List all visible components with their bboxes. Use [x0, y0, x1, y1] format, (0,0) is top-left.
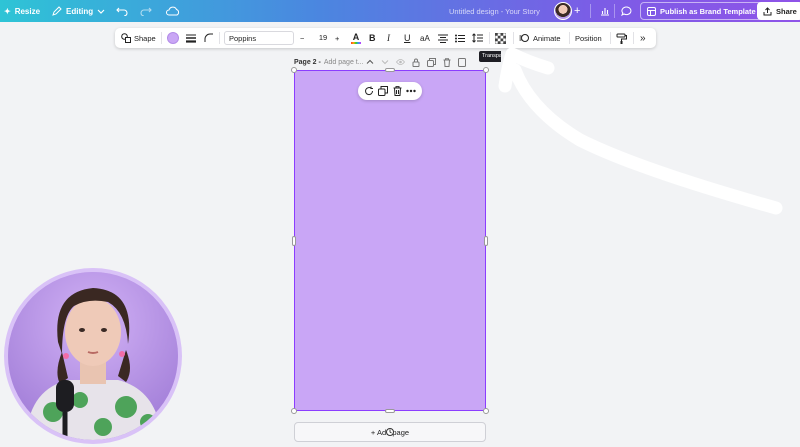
presenter-video: [8, 272, 178, 440]
share-icon: [763, 6, 772, 15]
divider: [633, 32, 634, 44]
page-label: Page 2 -: [294, 58, 321, 66]
animate-button[interactable]: Animate: [519, 28, 561, 48]
text-color-glyph: A: [352, 31, 360, 42]
editing-mode-button[interactable]: Editing: [52, 0, 105, 22]
refresh-cursor-icon: [386, 428, 394, 436]
publish-label: Publish as Brand Template: [660, 6, 756, 16]
comment-icon: [620, 6, 631, 16]
redo-icon: [140, 7, 152, 16]
more-options-button[interactable]: »: [640, 28, 646, 48]
divider: [590, 4, 591, 18]
design-page-shape[interactable]: [294, 70, 486, 411]
transparency-icon: [495, 32, 506, 44]
animate-icon: [519, 34, 529, 42]
corner-rounding-button[interactable]: [204, 28, 214, 48]
font-size-input[interactable]: 19: [311, 31, 335, 45]
add-page-icon[interactable]: [458, 57, 466, 67]
underline-button[interactable]: U: [404, 28, 411, 48]
text-color-bar: [351, 41, 361, 44]
position-button[interactable]: Position: [575, 28, 602, 48]
animate-label: Animate: [533, 33, 561, 43]
rotate-icon[interactable]: [364, 86, 374, 96]
resize-label: Resize: [14, 6, 41, 16]
template-icon: [647, 6, 656, 16]
cloud-icon: [166, 6, 180, 16]
resize-handle[interactable]: [292, 236, 296, 246]
border-style-icon: [186, 34, 196, 43]
divider: [513, 32, 514, 44]
user-avatar[interactable]: [554, 2, 572, 20]
resize-handle[interactable]: [484, 236, 488, 246]
pencil-icon: [52, 6, 62, 16]
copy-style-button[interactable]: [616, 28, 627, 48]
font-size-increase-button[interactable]: +: [335, 28, 339, 48]
page-title-input[interactable]: Add page t...: [324, 59, 364, 66]
list-button[interactable]: [455, 28, 465, 48]
share-button[interactable]: Share: [757, 2, 800, 20]
bar-chart-icon: [601, 8, 609, 16]
resize-button[interactable]: ✦ Resize: [4, 0, 40, 22]
duplicate-icon[interactable]: [427, 57, 436, 67]
corner-rounding-icon: [204, 33, 213, 42]
text-color-button[interactable]: A: [351, 28, 361, 48]
divider: [614, 4, 615, 18]
context-toolbar: Shape Poppins − 19 + A B I U aA Animate …: [115, 28, 656, 48]
redo-button[interactable]: [140, 0, 152, 22]
top-bar: ✦ Resize Editing Untitled design - Your …: [0, 0, 800, 22]
insights-button[interactable]: [596, 0, 614, 22]
share-label: Share: [776, 6, 797, 16]
chevron-down-icon[interactable]: [381, 58, 389, 66]
border-style-button[interactable]: [186, 28, 196, 48]
resize-handle[interactable]: [291, 408, 297, 414]
shape-button[interactable]: Shape: [121, 28, 156, 48]
add-collaborator-button[interactable]: +: [574, 0, 580, 22]
resize-handle[interactable]: [483, 408, 489, 414]
resize-handle[interactable]: [291, 67, 297, 73]
chevron-up-icon[interactable]: [366, 58, 374, 66]
shape-color-swatch[interactable]: [167, 32, 179, 44]
shapes-icon: [121, 33, 131, 43]
undo-button[interactable]: [116, 0, 128, 22]
transparency-button[interactable]: [495, 28, 506, 48]
trash-icon[interactable]: [443, 57, 451, 67]
divider: [161, 32, 162, 44]
text-align-button[interactable]: [438, 28, 448, 48]
duplicate-icon[interactable]: [378, 86, 389, 96]
divider: [219, 32, 220, 44]
spacing-button[interactable]: [472, 28, 483, 48]
comments-button[interactable]: [617, 0, 635, 22]
more-icon[interactable]: [406, 89, 416, 93]
webcam-overlay: [4, 268, 182, 444]
publish-brand-template-button[interactable]: Publish as Brand Template: [640, 2, 763, 20]
align-center-icon: [438, 34, 448, 43]
document-title[interactable]: Untitled design - Your Story: [449, 0, 540, 22]
divider: [610, 32, 611, 44]
divider: [569, 32, 570, 44]
trash-icon[interactable]: [393, 86, 402, 96]
resize-handle[interactable]: [483, 67, 489, 73]
shape-label: Shape: [134, 33, 156, 43]
bold-button[interactable]: B: [369, 28, 376, 48]
bullet-list-icon: [455, 34, 465, 42]
resize-handle[interactable]: [385, 409, 395, 413]
resize-handle[interactable]: [385, 68, 395, 72]
italic-button[interactable]: I: [387, 28, 390, 48]
element-floating-toolbar: [358, 82, 422, 100]
resize-icon: ✦: [4, 6, 11, 16]
paint-roller-icon: [616, 33, 627, 44]
letter-case-button[interactable]: aA: [420, 28, 430, 48]
cloud-save-button[interactable]: [166, 0, 180, 22]
chevron-down-icon: [97, 9, 105, 14]
font-family-select[interactable]: Poppins: [224, 31, 294, 45]
editing-label: Editing: [66, 6, 94, 16]
page-actions: [366, 55, 466, 69]
font-size-decrease-button[interactable]: −: [300, 28, 304, 48]
lock-icon[interactable]: [412, 58, 420, 67]
undo-icon: [116, 7, 128, 16]
line-spacing-icon: [472, 33, 483, 43]
eye-icon[interactable]: [396, 58, 405, 66]
divider: [489, 32, 490, 44]
